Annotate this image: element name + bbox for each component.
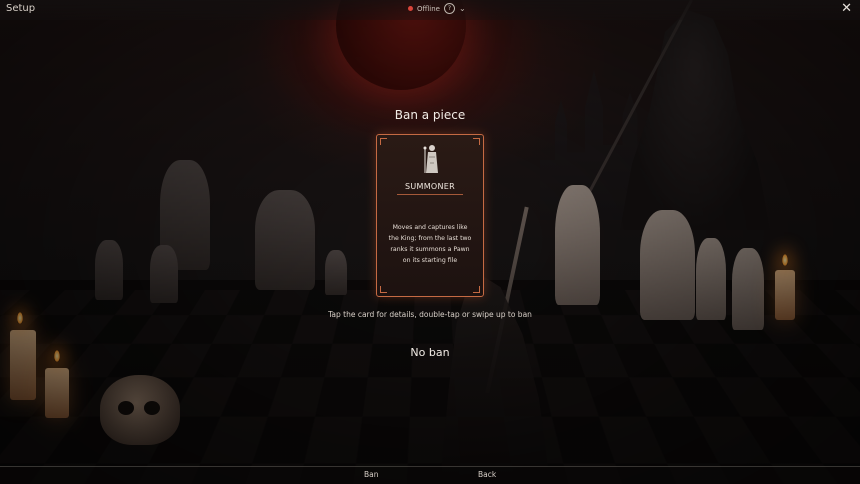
card-description: Moves and captures like the King; from t… <box>388 224 472 264</box>
close-icon[interactable]: ✕ <box>841 1 852 16</box>
back-button[interactable]: Back <box>478 470 496 479</box>
card-divider <box>397 194 463 195</box>
no-ban-button[interactable]: No ban <box>410 346 449 359</box>
window-title: Setup <box>6 3 36 14</box>
instruction-hint: Tap the card for details, double-tap or … <box>328 310 532 319</box>
piece-card-summoner[interactable]: SUMMONER Moves and captures like the Kin… <box>376 134 484 297</box>
status-label: Offline <box>417 4 440 13</box>
card-title: SUMMONER <box>404 182 456 191</box>
page-title: Ban a piece <box>394 108 466 122</box>
status-dot-icon <box>408 6 413 11</box>
card-corner <box>380 286 387 293</box>
card-corner <box>380 138 387 145</box>
card-corner <box>473 138 480 145</box>
help-icon[interactable]: ? <box>443 3 455 14</box>
bottom-bar: Ban Back <box>0 466 860 484</box>
chevron-down-icon[interactable]: ⌄ <box>459 4 466 13</box>
connection-status[interactable]: Offline ? ⌄ <box>408 3 466 14</box>
ban-button[interactable]: Ban <box>364 470 379 479</box>
top-bar: Setup Offline ? ⌄ ✕ <box>0 0 860 20</box>
summoner-figure-icon <box>422 143 442 175</box>
card-corner <box>473 286 480 293</box>
no-ban-container: No ban <box>0 346 860 359</box>
